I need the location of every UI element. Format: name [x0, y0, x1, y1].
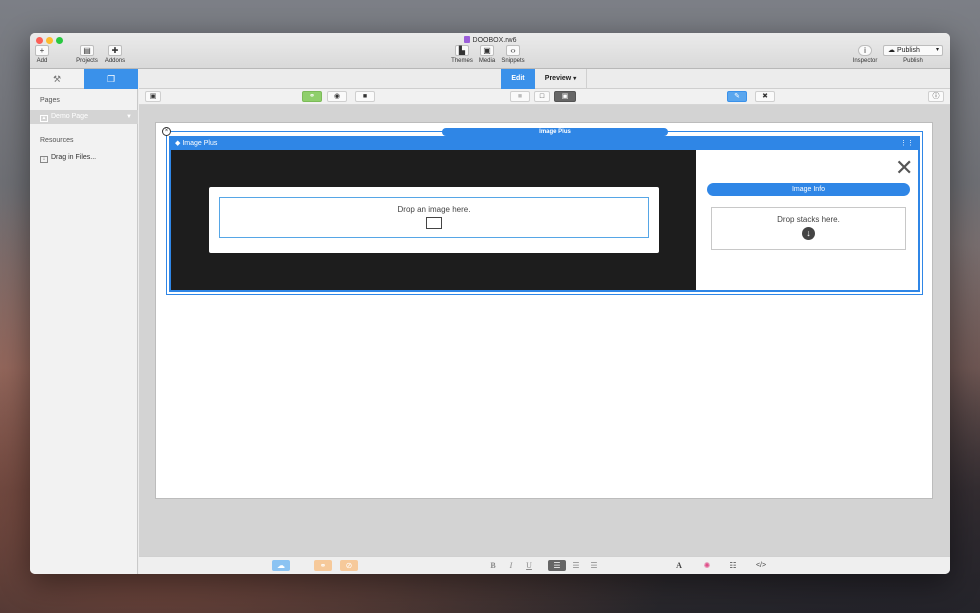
- cloud-icon: ☁: [277, 561, 285, 570]
- window-title: DOOBOX.rw6: [30, 36, 950, 44]
- link-icon: ⚭: [319, 561, 327, 570]
- image-icon: [426, 217, 442, 229]
- eye-icon: ◉: [333, 93, 341, 100]
- app-window: DOOBOX.rw6 + Add ▤ Projects ✚ Addons ▙ T…: [30, 33, 950, 574]
- layout-boxed-icon: □: [539, 93, 545, 100]
- page-canvas: Image Plus × ◆ Image Plus ⋮⋮ Drop an ima…: [155, 122, 933, 499]
- link-icon: ⚭: [309, 93, 315, 100]
- edit-bar: ▣ ⚭ ◉ ■ ■ □ ▣ ✎ ✖ ⓘ: [139, 89, 950, 105]
- align-right-button[interactable]: ☰: [586, 560, 602, 571]
- edit-pencil-button[interactable]: ✎: [727, 91, 747, 102]
- file-drop-icon: ↓: [40, 156, 48, 163]
- remove-stack-icon[interactable]: ×: [162, 127, 171, 136]
- inspector-button[interactable]: i Inspector: [849, 45, 881, 64]
- tab-pages[interactable]: ❐: [84, 69, 138, 89]
- list-button[interactable]: ☷: [725, 560, 741, 571]
- unlink-icon: ⊘: [345, 561, 353, 570]
- format-bar: ☁ ⚭ ⊘ B I U ☰ ☰ ☰ A ✺ ☷ </>: [139, 556, 950, 574]
- grid-icon[interactable]: ⋮⋮: [900, 138, 914, 150]
- lock-icon: ■: [362, 93, 368, 100]
- underline-button[interactable]: U: [522, 560, 536, 571]
- wrench-icon: ⚒: [52, 74, 62, 84]
- chevron-down-icon: ▾: [935, 47, 939, 53]
- arrow-down-circle-icon: ↓: [802, 227, 815, 240]
- addons-button[interactable]: ✚ Addons: [102, 45, 128, 64]
- remove-link-button[interactable]: ⊘: [340, 560, 358, 571]
- color-button[interactable]: ✺: [699, 560, 715, 571]
- image-plus-stack[interactable]: Image Plus × ◆ Image Plus ⋮⋮ Drop an ima…: [162, 127, 923, 295]
- delete-stack-button[interactable]: ✖: [755, 91, 775, 102]
- image-drop-zone[interactable]: Drop an image here.: [209, 187, 659, 253]
- cloud-button[interactable]: ☁: [272, 560, 290, 571]
- layout-single-button[interactable]: ■: [510, 91, 530, 102]
- image-info-button[interactable]: Image Info: [707, 183, 910, 196]
- stack-info-button[interactable]: ⓘ: [928, 91, 944, 102]
- plus-icon: +: [35, 45, 49, 56]
- pencil-icon: ✎: [734, 93, 740, 100]
- disclosure-triangle-icon[interactable]: ▼: [126, 110, 132, 124]
- close-icon: ✖: [762, 93, 768, 100]
- align-right-icon: ☰: [590, 561, 598, 570]
- lock-button[interactable]: ■: [355, 91, 375, 102]
- tab-edit[interactable]: Edit: [501, 69, 535, 89]
- list-icon: ☷: [729, 561, 737, 570]
- publish-label: Publish: [903, 58, 923, 64]
- visibility-button[interactable]: ◉: [327, 91, 347, 102]
- sidebar-item-demo-page[interactable]: ▲ Demo Page ▼: [30, 110, 138, 124]
- tab-tools[interactable]: ⚒: [30, 69, 84, 89]
- code-brackets-icon: ‹›: [506, 45, 520, 56]
- image-area: Drop an image here.: [171, 150, 696, 290]
- projects-button[interactable]: ▤ Projects: [74, 45, 100, 64]
- pages-heading: Pages: [40, 97, 60, 104]
- add-link-button[interactable]: ⚭: [314, 560, 332, 571]
- chevron-down-icon: ▾: [573, 76, 577, 82]
- info-icon: i: [858, 45, 872, 56]
- italic-button[interactable]: I: [504, 560, 518, 571]
- code-button[interactable]: </>: [752, 560, 770, 571]
- layout-boxed-button[interactable]: □: [534, 91, 550, 102]
- align-center-button[interactable]: ☰: [568, 560, 584, 571]
- layout-full-button[interactable]: ▣: [554, 91, 576, 102]
- stacks-library-button[interactable]: ▣: [145, 91, 161, 102]
- themes-icon: ▙: [455, 45, 469, 56]
- stacks-drop-zone[interactable]: Drop stacks here. ↓: [711, 207, 906, 250]
- info-panel: ✕ Image Info Drop stacks here. ↓: [696, 150, 918, 290]
- sidebar-tabs: ⚒ ❐: [30, 69, 138, 89]
- snippets-button[interactable]: ‹› Snippets: [499, 45, 527, 64]
- pages-icon: ❐: [106, 74, 116, 84]
- resources-heading: Resources: [40, 137, 74, 144]
- layout-single-icon: ■: [517, 93, 523, 100]
- bold-button[interactable]: B: [486, 560, 500, 571]
- font-button[interactable]: A: [671, 560, 687, 571]
- themes-button[interactable]: ▙ Themes: [450, 45, 474, 64]
- align-left-button[interactable]: ☰: [548, 560, 566, 571]
- image-plus-inner[interactable]: ◆ Image Plus ⋮⋮ Drop an image here. ✕ Im…: [169, 136, 920, 292]
- tab-preview[interactable]: Preview ▾: [535, 69, 587, 89]
- close-icon[interactable]: ✕: [895, 157, 913, 179]
- publish-button[interactable]: ☁ Publish ▾: [883, 45, 943, 56]
- color-wheel-icon: ✺: [703, 561, 711, 570]
- info-icon: ⓘ: [932, 93, 940, 100]
- sidebar: ⚒ ❐ Pages ▲ Demo Page ▼ Resources ↓ Drag i…: [30, 69, 138, 574]
- inner-stack-header: ◆ Image Plus ⋮⋮: [171, 138, 918, 150]
- document-icon: [463, 36, 470, 43]
- link-button[interactable]: ⚭: [302, 91, 322, 102]
- projects-icon: ▤: [80, 45, 94, 56]
- window-toolbar: DOOBOX.rw6 + Add ▤ Projects ✚ Addons ▙ T…: [30, 33, 950, 69]
- page-icon: ▲: [40, 115, 48, 122]
- mode-bar: Edit Preview ▾: [139, 69, 950, 89]
- add-button[interactable]: + Add: [34, 45, 50, 64]
- stack-title-pill: Image Plus: [442, 128, 668, 136]
- sidebar-item-drag-files[interactable]: ↓ Drag in Files...: [30, 151, 138, 165]
- tag-icon: ◆: [175, 140, 181, 147]
- image-drop-target[interactable]: Drop an image here.: [219, 197, 649, 238]
- cloud-upload-icon: ☁: [888, 47, 895, 54]
- media-button[interactable]: ▣ Media: [477, 45, 497, 64]
- cube-icon: ▣: [149, 93, 157, 100]
- puzzle-icon: ✚: [108, 45, 122, 56]
- align-left-icon: ☰: [553, 561, 561, 570]
- media-icon: ▣: [480, 45, 494, 56]
- layout-full-icon: ▣: [561, 93, 569, 100]
- align-center-icon: ☰: [572, 561, 580, 570]
